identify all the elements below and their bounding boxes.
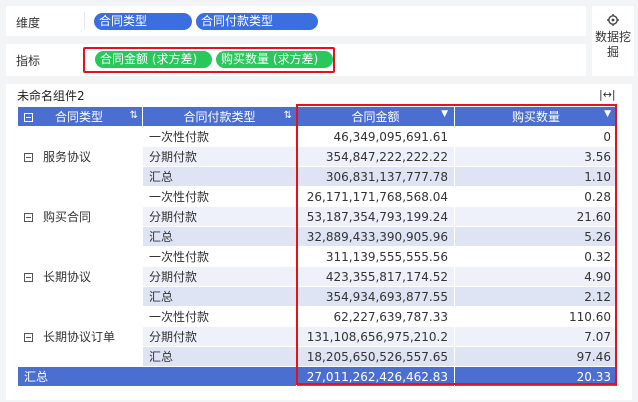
subtotal-label: 汇总: [142, 166, 297, 187]
collapse-icon[interactable]: [24, 333, 33, 342]
payment-type-cell: 分期付款: [142, 266, 297, 287]
dimension-panel: 维度 合同类型 合同付款类型: [6, 6, 586, 36]
payment-type-cell: 一次性付款: [142, 306, 297, 327]
subtotal-label: 汇总: [142, 346, 297, 367]
sort-icon[interactable]: ⇅: [130, 110, 138, 121]
dimension-label: 维度: [16, 16, 41, 30]
header-payment-type[interactable]: 合同付款类型 ⇅: [142, 106, 297, 127]
dimension-field-payment-type[interactable]: 合同付款类型: [196, 13, 318, 30]
settings-search-icon: [607, 14, 619, 26]
subtotal-label: 汇总: [142, 226, 297, 247]
metric-label: 指标: [16, 54, 41, 68]
collapse-all-icon[interactable]: [24, 113, 33, 122]
payment-type-cell: 分期付款: [142, 146, 297, 167]
expand-width-icon[interactable]: |↔|: [599, 88, 616, 101]
data-mining-button[interactable]: 数据挖掘: [592, 6, 634, 76]
payment-type-cell: 一次性付款: [142, 186, 297, 207]
header-contract-type[interactable]: 合同类型 ⇅: [17, 106, 143, 127]
dimension-field-contract-type[interactable]: 合同类型: [94, 13, 192, 30]
collapse-icon[interactable]: [24, 273, 33, 282]
values-highlight-box: [296, 104, 617, 385]
group-cell[interactable]: 服务协议: [17, 126, 143, 187]
collapse-icon[interactable]: [24, 213, 33, 222]
payment-type-cell: 分期付款: [142, 206, 297, 227]
data-mining-label: 数据挖掘: [595, 30, 632, 59]
subtotal-label: 汇总: [142, 286, 297, 307]
sort-icon[interactable]: ⇅: [284, 110, 292, 121]
group-cell[interactable]: 长期协议: [17, 246, 143, 307]
divider: [84, 12, 85, 30]
payment-type-cell: 一次性付款: [142, 246, 297, 267]
component-title: 未命名组件2: [17, 89, 85, 103]
group-cell[interactable]: 长期协议订单: [17, 306, 143, 367]
group-cell[interactable]: 购买合同: [17, 186, 143, 247]
payment-type-cell: 一次性付款: [142, 126, 297, 147]
grand-total-label: 汇总: [17, 366, 297, 387]
collapse-icon[interactable]: [24, 153, 33, 162]
metrics-highlight-box: [83, 47, 335, 73]
payment-type-cell: 分期付款: [142, 326, 297, 347]
